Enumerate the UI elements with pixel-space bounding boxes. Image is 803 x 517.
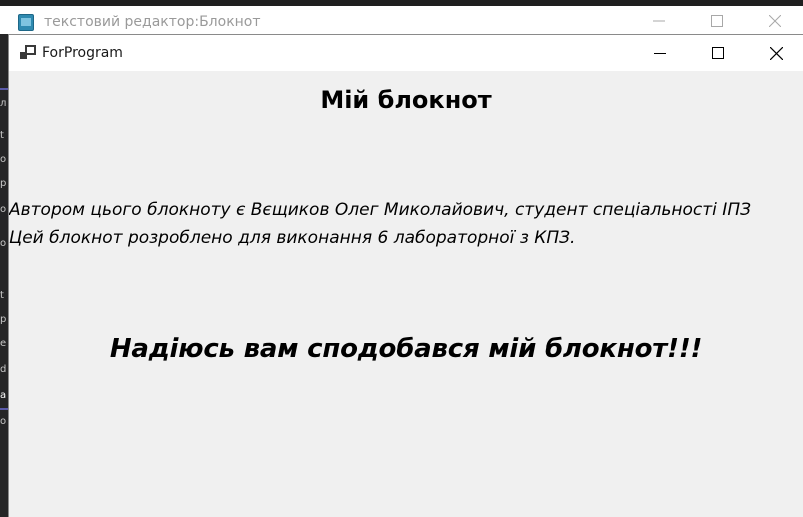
minimize-icon <box>653 20 665 22</box>
background-maximize-button[interactable] <box>694 10 740 32</box>
maximize-icon <box>712 47 724 59</box>
strip-divider <box>0 408 8 410</box>
background-editor-strip: л t o р o o t р e d a o <box>0 34 8 517</box>
forprogram-window: ForProgram Мій блокнот Автором цього бло… <box>8 34 803 517</box>
strip-glyph: o <box>0 416 7 427</box>
strip-glyph: р <box>0 178 7 189</box>
maximize-button[interactable] <box>689 35 747 71</box>
strip-glyph: t <box>0 290 4 301</box>
minimize-icon <box>654 53 666 54</box>
author-line: Автором цього блокноту є Вєщиков Олег Ми… <box>9 200 752 220</box>
minimize-button[interactable] <box>631 35 689 71</box>
background-close-button[interactable] <box>752 10 798 32</box>
strip-glyph: o <box>0 204 7 215</box>
strip-glyph: t <box>0 130 4 141</box>
strip-glyph: d <box>0 364 7 375</box>
background-minimize-button[interactable] <box>636 10 682 32</box>
purpose-line: Цей блокнот розроблено для виконання 6 л… <box>9 228 576 248</box>
app-icon <box>20 45 36 59</box>
close-button[interactable] <box>747 35 803 71</box>
window-title: ForProgram <box>42 45 123 61</box>
strip-glyph: o <box>0 154 7 165</box>
window-content: Мій блокнот Автором цього блокноту є Вєщ… <box>9 71 803 517</box>
strip-glyph: л <box>0 98 7 109</box>
strip-glyph: e <box>0 338 7 349</box>
strip-glyph: a <box>0 390 7 401</box>
closing-message: Надіюсь вам сподобався мій блокнот!!! <box>109 334 703 364</box>
strip-divider <box>0 88 8 90</box>
strip-glyph: o <box>0 238 7 249</box>
strip-glyph: р <box>0 314 7 325</box>
notepad-app-icon <box>18 14 34 31</box>
maximize-icon <box>711 15 723 27</box>
close-icon <box>769 46 783 60</box>
page-title: Мій блокнот <box>320 86 492 114</box>
close-icon <box>769 15 781 27</box>
background-window-titlebar[interactable]: текстовий редактор:Блокнот <box>0 6 803 34</box>
window-titlebar[interactable]: ForProgram <box>9 35 803 71</box>
background-window-title: текстовий редактор:Блокнот <box>44 14 261 30</box>
